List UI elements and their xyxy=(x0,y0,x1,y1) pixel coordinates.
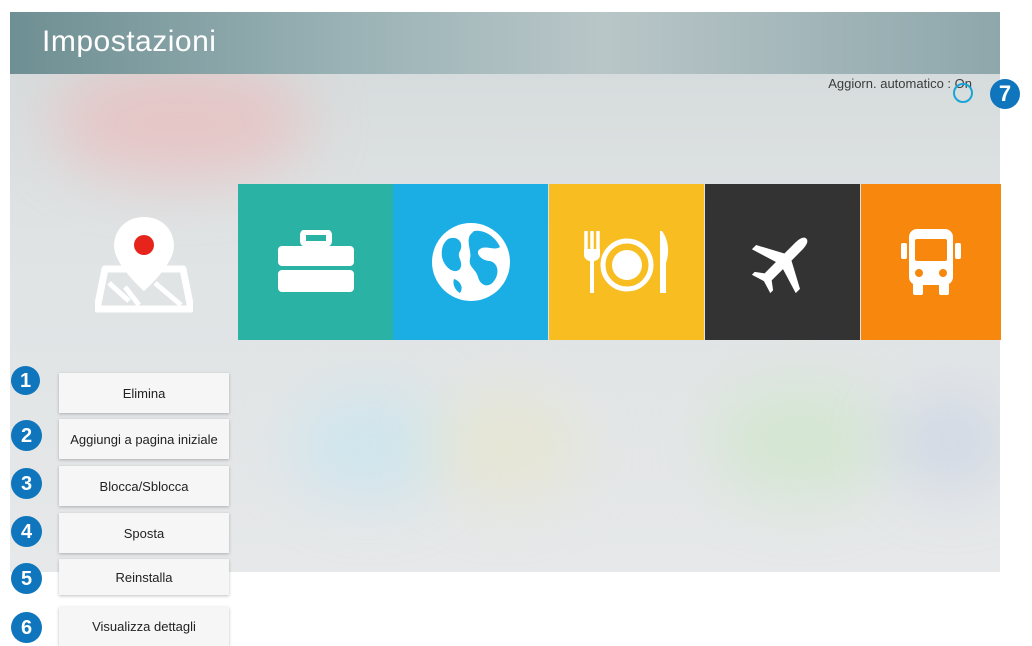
callout-badge-4: 4 xyxy=(11,516,42,547)
menu-delete-button[interactable]: Elimina xyxy=(59,373,229,413)
callout-badge-1: 1 xyxy=(11,366,40,395)
header-bar: Impostazioni xyxy=(10,12,1000,74)
app-tile-airplane[interactable] xyxy=(705,184,860,340)
airplane-icon xyxy=(751,237,807,294)
background-blur xyxy=(890,392,1000,492)
background-blur xyxy=(290,392,450,502)
briefcase-icon xyxy=(277,230,354,292)
app-tile-briefcase[interactable] xyxy=(238,184,393,340)
background-blur xyxy=(710,382,890,502)
globe-icon xyxy=(431,223,510,301)
app-tile-dining[interactable] xyxy=(549,184,704,340)
app-tile-map[interactable] xyxy=(51,169,237,356)
page-title: Impostazioni xyxy=(42,25,217,58)
callout-badge-3: 3 xyxy=(11,468,42,499)
map-pin-icon xyxy=(95,216,193,312)
menu-lock-unlock-button[interactable]: Blocca/Sblocca xyxy=(59,466,229,506)
menu-add-to-home-button[interactable]: Aggiungi a pagina iniziale xyxy=(59,419,229,459)
background-blur xyxy=(50,62,310,182)
menu-reinstall-button[interactable]: Reinstalla xyxy=(59,559,229,595)
callout-badge-7: 7 xyxy=(990,79,1020,109)
bus-icon xyxy=(901,229,961,295)
callout-badge-2: 2 xyxy=(11,420,42,451)
auto-update-label: Aggiorn. automatico : On xyxy=(828,76,972,91)
menu-move-button[interactable]: Sposta xyxy=(59,513,229,553)
menu-view-details-button[interactable]: Visualizza dettagli xyxy=(59,607,229,646)
callout-badge-5: 5 xyxy=(11,563,42,594)
callout-badge-6: 6 xyxy=(11,612,42,643)
auto-update-toggle[interactable] xyxy=(953,83,973,103)
dining-icon xyxy=(583,231,668,293)
background-blur xyxy=(430,392,580,502)
app-tile-bus[interactable] xyxy=(861,184,1001,340)
app-tile-globe[interactable] xyxy=(393,184,548,340)
